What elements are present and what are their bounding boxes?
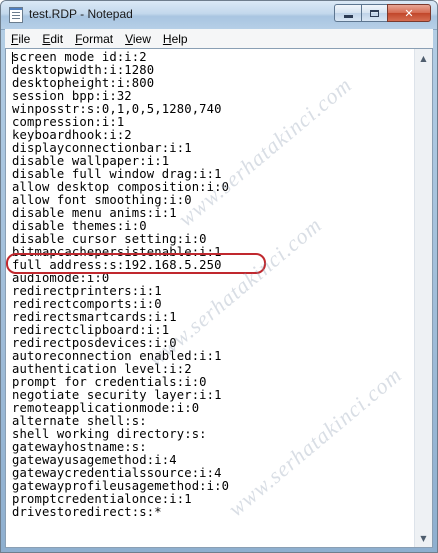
editor-area[interactable]: screen mode id:i:2 desktopwidth:i:1280 des…	[5, 48, 433, 548]
minimize-button[interactable]	[334, 4, 361, 22]
vertical-scrollbar[interactable]: ▲ ▼	[414, 49, 432, 547]
text-editor[interactable]: screen mode id:i:2 desktopwidth:i:1280 des…	[12, 51, 410, 545]
scroll-down-icon[interactable]: ▼	[416, 530, 431, 546]
menu-help[interactable]: Help	[157, 32, 194, 46]
menu-file[interactable]: File	[5, 32, 36, 46]
title-bar[interactable]: test.RDP - Notepad ✕	[1, 1, 437, 30]
text-line[interactable]: drivestoredirect:s:*	[12, 506, 410, 519]
maximize-button[interactable]	[361, 4, 387, 22]
maximize-icon	[370, 9, 379, 17]
minimize-icon	[343, 14, 353, 18]
window-title: test.RDP - Notepad	[29, 7, 133, 21]
notepad-window: test.RDP - Notepad ✕ File Edit Format Vi…	[0, 0, 438, 553]
text-caret	[12, 52, 13, 64]
window-controls: ✕	[334, 4, 431, 22]
close-icon: ✕	[404, 6, 414, 20]
menu-edit[interactable]: Edit	[36, 32, 69, 46]
close-button[interactable]: ✕	[387, 4, 431, 22]
scroll-up-icon[interactable]: ▲	[416, 50, 431, 66]
address-highlight-annotation	[6, 253, 266, 274]
menu-format[interactable]: Format	[69, 32, 119, 46]
menu-view[interactable]: View	[119, 32, 157, 46]
menu-bar: File Edit Format View Help	[5, 29, 433, 48]
notepad-icon[interactable]	[9, 7, 23, 23]
